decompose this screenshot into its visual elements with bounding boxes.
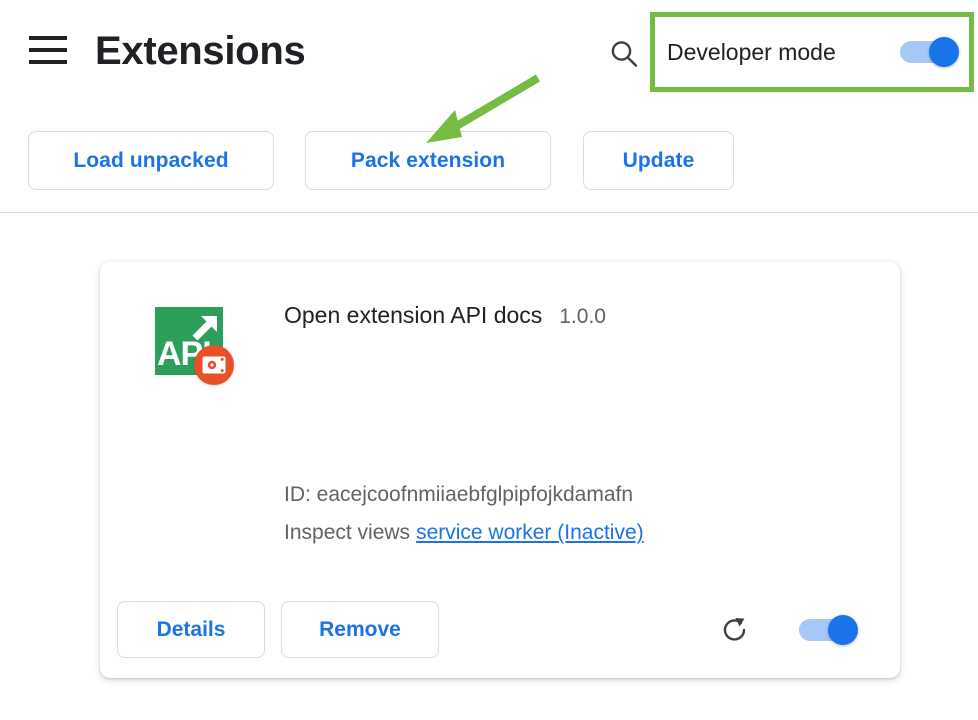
page-header: Extensions Developer mode <box>0 0 978 104</box>
extension-name: Open extension API docs <box>284 300 542 330</box>
extension-id: ID: eacejcoofnmiiaebfglpipfojkdamafn <box>284 480 633 510</box>
toggle-knob <box>828 615 858 645</box>
developer-mode-row: Developer mode <box>667 30 959 74</box>
reload-icon[interactable] <box>720 615 750 645</box>
unpacked-extension-badge-icon <box>194 345 234 385</box>
badge-inner-shape <box>202 356 226 374</box>
toggle-knob <box>929 37 959 67</box>
header-divider <box>0 212 978 213</box>
extensions-toolbar: Load unpacked Pack extension Update <box>0 131 978 190</box>
developer-mode-toggle[interactable] <box>900 37 959 67</box>
inspect-views-link[interactable]: service worker (Inactive) <box>416 521 644 544</box>
diagonal-arrow-icon <box>187 310 223 346</box>
remove-button[interactable]: Remove <box>281 601 439 658</box>
inspect-views-row: Inspect views service worker (Inactive) <box>284 518 644 548</box>
update-button[interactable]: Update <box>583 131 734 190</box>
pack-extension-button[interactable]: Pack extension <box>305 131 551 190</box>
search-icon[interactable] <box>607 37 641 71</box>
hamburger-menu-icon[interactable] <box>29 36 67 64</box>
load-unpacked-button[interactable]: Load unpacked <box>28 131 274 190</box>
extension-card: API Open extension API docs 1.0.0 ID: ea <box>100 262 900 678</box>
extension-enabled-toggle[interactable] <box>799 615 858 645</box>
hamburger-bar <box>29 48 67 52</box>
inspect-views-label: Inspect views <box>284 521 410 544</box>
extension-name-row: Open extension API docs 1.0.0 <box>284 300 606 332</box>
hamburger-bar <box>29 36 67 40</box>
extension-card-actions: Details Remove <box>117 601 883 658</box>
page-title: Extensions <box>95 23 305 79</box>
details-button[interactable]: Details <box>117 601 265 658</box>
hamburger-bar <box>29 60 67 64</box>
api-docs-extension-icon: API <box>155 307 233 385</box>
extension-version: 1.0.0 <box>559 302 606 332</box>
developer-mode-label: Developer mode <box>667 38 836 66</box>
